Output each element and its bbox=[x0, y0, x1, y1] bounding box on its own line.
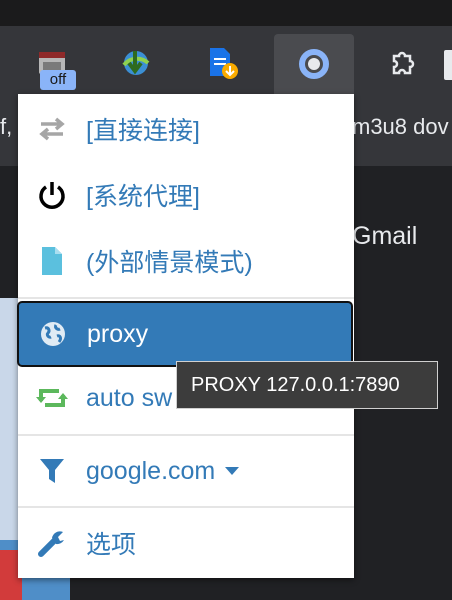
file-icon bbox=[18, 228, 86, 294]
puzzle-icon bbox=[392, 51, 415, 75]
power-icon bbox=[18, 162, 86, 228]
menu-item-external-profile[interactable]: (外部情景模式) bbox=[18, 228, 354, 294]
menu-item-label: (外部情景模式) bbox=[86, 249, 253, 277]
menu-item-label: proxy bbox=[87, 319, 149, 348]
menu-item-options[interactable]: 选项 bbox=[18, 510, 354, 576]
bookmark-fragment-right[interactable]: m3u8 dov bbox=[352, 114, 449, 140]
bookmark-fragment-left[interactable]: f, bbox=[0, 114, 12, 140]
window-top-strip bbox=[0, 0, 452, 26]
download-manager-icon bbox=[122, 51, 150, 75]
menu-item-proxy[interactable]: proxy bbox=[17, 301, 353, 367]
menu-item-system-proxy[interactable]: [系统代理] bbox=[18, 162, 354, 228]
extensions-button[interactable] bbox=[376, 34, 428, 92]
file-download-icon bbox=[210, 48, 238, 79]
toolbar-edge bbox=[444, 50, 452, 80]
menu-item-google-com[interactable]: google.com bbox=[18, 438, 354, 504]
menu-divider bbox=[18, 506, 354, 508]
proxy-tooltip: PROXY 127.0.0.1:7890 bbox=[176, 361, 438, 409]
swap-arrows-icon bbox=[18, 96, 86, 162]
menu-item-label: auto sw bbox=[86, 383, 173, 412]
chevron-down-icon[interactable] bbox=[225, 467, 240, 475]
wrench-icon bbox=[18, 510, 86, 576]
gmail-link[interactable]: Gmail bbox=[352, 222, 417, 251]
menu-item-label: [直接连接] bbox=[86, 117, 200, 145]
retweet-icon bbox=[18, 365, 86, 431]
globe-icon bbox=[19, 301, 87, 367]
menu-item-label: [系统代理] bbox=[86, 183, 200, 211]
file-downloader-button[interactable] bbox=[196, 34, 248, 92]
download-manager-button[interactable] bbox=[110, 34, 162, 92]
proxy-menu: [直接连接] [系统代理] (外部情景模式) proxy auto sw goo… bbox=[17, 94, 354, 578]
menu-item-direct-connection[interactable]: [直接连接] bbox=[18, 96, 354, 162]
menu-divider bbox=[18, 434, 354, 436]
filter-icon bbox=[18, 438, 86, 504]
menu-divider bbox=[18, 297, 354, 299]
proxy-circle-icon bbox=[299, 49, 329, 79]
proxy-switcher-button[interactable] bbox=[274, 34, 354, 94]
off-badge: off bbox=[40, 70, 76, 90]
menu-item-label: google.com bbox=[86, 456, 216, 485]
menu-item-label: 选项 bbox=[86, 531, 137, 559]
